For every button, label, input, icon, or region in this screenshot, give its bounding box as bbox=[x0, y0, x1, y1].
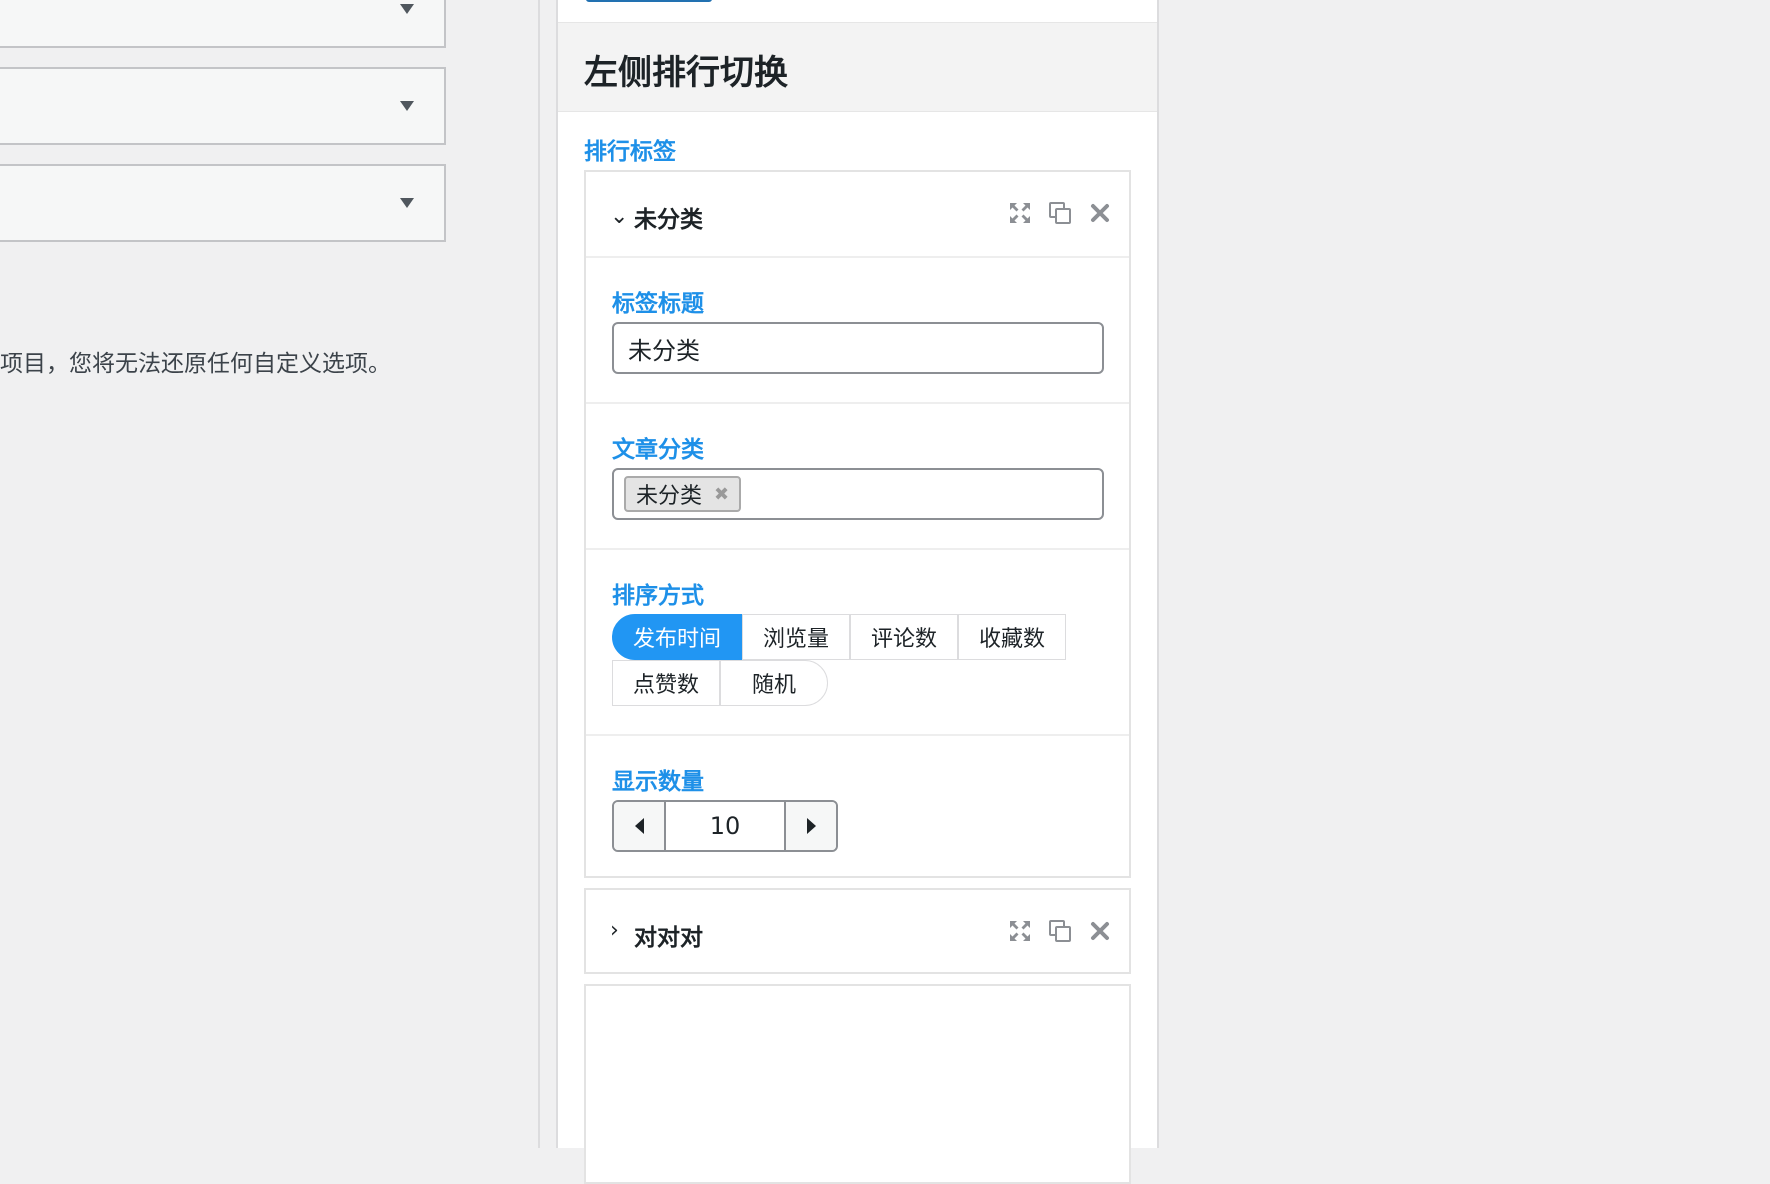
sort-option-publish-time[interactable]: 发布时间 bbox=[612, 614, 742, 660]
duplicate-icon[interactable] bbox=[1047, 918, 1073, 944]
collapsed-section-1[interactable] bbox=[0, 0, 446, 48]
field-tab-title: 标签标题 bbox=[586, 256, 1129, 402]
top-link-underline[interactable] bbox=[586, 0, 712, 2]
collapsed-section-3[interactable] bbox=[0, 164, 446, 242]
repeater-item: › 对对对 bbox=[584, 888, 1131, 974]
repeater-item-title: 对对对 bbox=[634, 925, 703, 951]
reset-notice: 项目，您将无法还原任何自定义选项。 bbox=[0, 351, 391, 377]
field-label: 文章分类 bbox=[612, 437, 704, 463]
field-sort: 排序方式 发布时间 浏览量 评论数 收藏数 点赞数 随机 bbox=[586, 548, 1129, 734]
collapsed-section-2[interactable] bbox=[0, 67, 446, 145]
tag-label: 未分类 bbox=[636, 484, 703, 509]
item-tools bbox=[1007, 918, 1113, 944]
expand-icon[interactable] bbox=[1007, 918, 1033, 944]
item-tools bbox=[1007, 200, 1113, 226]
section-label: 排行标签 bbox=[584, 139, 676, 165]
arrow-right-icon bbox=[806, 818, 816, 834]
arrow-left-icon bbox=[634, 818, 644, 834]
field-count: 显示数量 10 bbox=[586, 734, 1129, 882]
repeater-item bbox=[584, 984, 1131, 1184]
options-panel: 左侧排行切换 排行标签 ⌄ 未分类 标签标题 未分类 文章分类 未分类 ✖ 排序… bbox=[538, 0, 1176, 1184]
category-multiselect[interactable]: 未分类 ✖ bbox=[612, 468, 1104, 520]
count-stepper: 10 bbox=[612, 800, 838, 852]
chevron-down-icon[interactable]: ⌄ bbox=[610, 204, 628, 229]
field-label: 排序方式 bbox=[612, 583, 704, 609]
duplicate-icon[interactable] bbox=[1047, 200, 1073, 226]
increment-button[interactable] bbox=[784, 802, 836, 850]
panel-title: 左侧排行切换 bbox=[584, 53, 788, 93]
sort-option-favorites[interactable]: 收藏数 bbox=[958, 614, 1066, 660]
decrement-button[interactable] bbox=[614, 802, 666, 850]
field-label: 标签标题 bbox=[612, 291, 704, 317]
close-icon[interactable] bbox=[1087, 200, 1113, 226]
tab-title-input[interactable] bbox=[612, 322, 1104, 374]
panel-body: 左侧排行切换 排行标签 ⌄ 未分类 标签标题 未分类 文章分类 未分类 ✖ 排序… bbox=[556, 0, 1159, 1184]
selected-tag: 未分类 ✖ bbox=[624, 476, 742, 512]
panel-header: 左侧排行切换 bbox=[558, 22, 1157, 112]
caret-down-icon bbox=[400, 198, 414, 208]
repeater-item-title: 未分类 bbox=[634, 207, 703, 233]
sort-option-random[interactable]: 随机 bbox=[720, 660, 828, 706]
repeater-item-header[interactable]: ⌄ 未分类 bbox=[586, 172, 1129, 256]
count-value[interactable]: 10 bbox=[666, 802, 784, 850]
expand-icon[interactable] bbox=[1007, 200, 1033, 226]
chevron-right-icon[interactable]: › bbox=[610, 918, 619, 943]
sort-option-likes[interactable]: 点赞数 bbox=[612, 660, 720, 706]
caret-down-icon bbox=[400, 4, 414, 14]
field-category: 文章分类 未分类 ✖ bbox=[586, 402, 1129, 548]
repeater-item: ⌄ 未分类 标签标题 文章分 bbox=[584, 170, 1131, 878]
field-label: 显示数量 bbox=[612, 769, 704, 795]
sort-option-views[interactable]: 浏览量 bbox=[742, 614, 850, 660]
caret-down-icon bbox=[400, 101, 414, 111]
sort-option-comments[interactable]: 评论数 bbox=[850, 614, 958, 660]
repeater-item-header[interactable]: › 对对对 bbox=[586, 890, 1129, 974]
close-icon[interactable] bbox=[1087, 918, 1113, 944]
tag-remove-icon[interactable]: ✖ bbox=[714, 484, 729, 505]
preview-area bbox=[1174, 0, 1770, 1148]
